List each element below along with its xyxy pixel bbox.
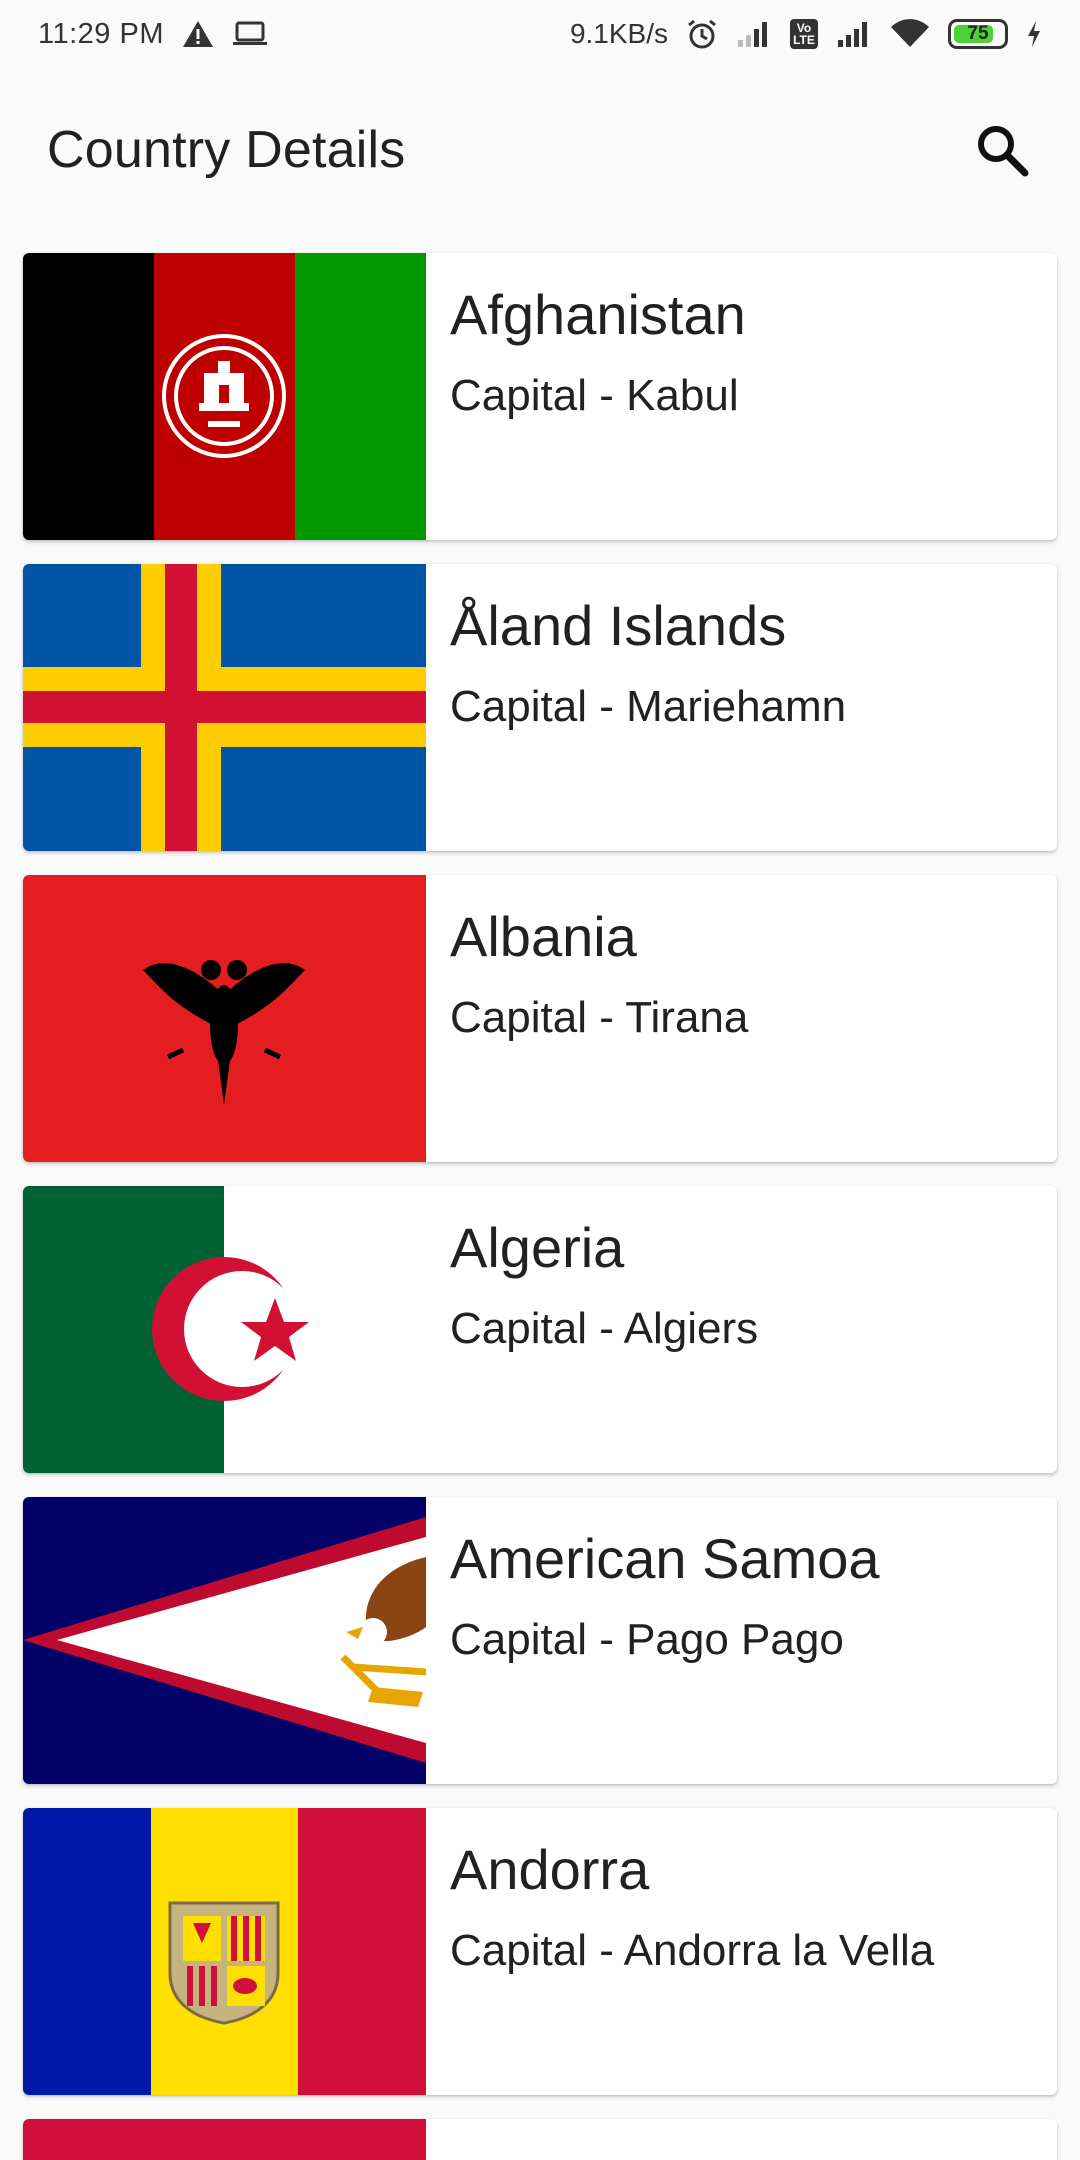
andorra-flag-image: [23, 1808, 426, 2095]
country-capital: Capital - Kabul: [450, 371, 739, 421]
albania-flag-image: [23, 875, 426, 1162]
country-capital: Capital - Andorra la Vella: [450, 1926, 935, 1976]
country-name: Albania: [450, 905, 637, 968]
country-card-afghanistan[interactable]: Afghanistan Capital - Kabul: [23, 253, 1057, 540]
battery-icon: 75: [948, 19, 1008, 49]
aland-islands-flag-image: [23, 564, 426, 851]
country-card-aland-islands[interactable]: Åland Islands Capital - Mariehamn: [23, 564, 1057, 851]
country-name: Åland Islands: [450, 594, 787, 657]
battery-level: 75: [967, 23, 989, 44]
country-capital: Capital - Algiers: [450, 1304, 759, 1354]
search-icon: [978, 126, 1029, 177]
afghanistan-flag-image: [23, 253, 426, 540]
status-time: 11:29 PM: [38, 17, 164, 50]
american-samoa-flag-image: [23, 1497, 426, 1784]
country-name: Andorra: [450, 1838, 650, 1901]
status-left: 11:29 PM: [38, 18, 268, 51]
country-capital: Capital - Pago Pago: [450, 1615, 844, 1665]
volte-icon: Vo LTE: [790, 19, 818, 49]
country-capital: Capital - Tirana: [450, 993, 749, 1043]
country-name: American Samoa: [450, 1527, 880, 1590]
country-card-text: Algeria Capital - Algiers: [426, 1186, 758, 1473]
network-speed: 9.1KB/s: [569, 18, 668, 49]
status-bar: 11:29 PM 9.1KB/s Vo LTE 75: [0, 0, 1080, 68]
country-card-algeria[interactable]: Algeria Capital - Algiers: [23, 1186, 1057, 1473]
wifi-icon: [890, 19, 930, 49]
country-card-albania[interactable]: Albania Capital - Tirana: [23, 875, 1057, 1162]
country-name: Algeria: [450, 1216, 625, 1279]
search-button[interactable]: [960, 108, 1044, 192]
country-card-text: Albania Capital - Tirana: [426, 875, 748, 1162]
app-bar: Country Details: [0, 80, 1080, 220]
country-card-partial[interactable]: [23, 2119, 1057, 2160]
country-card-text: American Samoa Capital - Pago Pago: [426, 1497, 880, 1784]
country-card-andorra[interactable]: Andorra Capital - Andorra la Vella: [23, 1808, 1057, 2095]
warning-icon: [182, 20, 214, 48]
country-card-text: Andorra Capital - Andorra la Vella: [426, 1808, 934, 2095]
country-name: Afghanistan: [450, 283, 746, 346]
alarm-icon: [686, 18, 718, 50]
country-card-text: Afghanistan Capital - Kabul: [426, 253, 746, 540]
charging-icon: [1026, 20, 1042, 48]
page-title: Country Details: [47, 121, 406, 179]
status-right: 9.1KB/s Vo LTE 75: [570, 18, 1042, 50]
signal-icon: [736, 20, 772, 48]
partial-flag-image: [23, 2119, 426, 2160]
laptop-icon: [232, 21, 268, 47]
country-card-american-samoa[interactable]: American Samoa Capital - Pago Pago: [23, 1497, 1057, 1784]
signal-icon-2: [836, 20, 872, 48]
country-capital: Capital - Mariehamn: [450, 682, 847, 732]
country-list[interactable]: Afghanistan Capital - Kabul Åland Island…: [23, 253, 1057, 2160]
country-card-text: Åland Islands Capital - Mariehamn: [426, 564, 846, 851]
algeria-flag-image: [23, 1186, 426, 1473]
